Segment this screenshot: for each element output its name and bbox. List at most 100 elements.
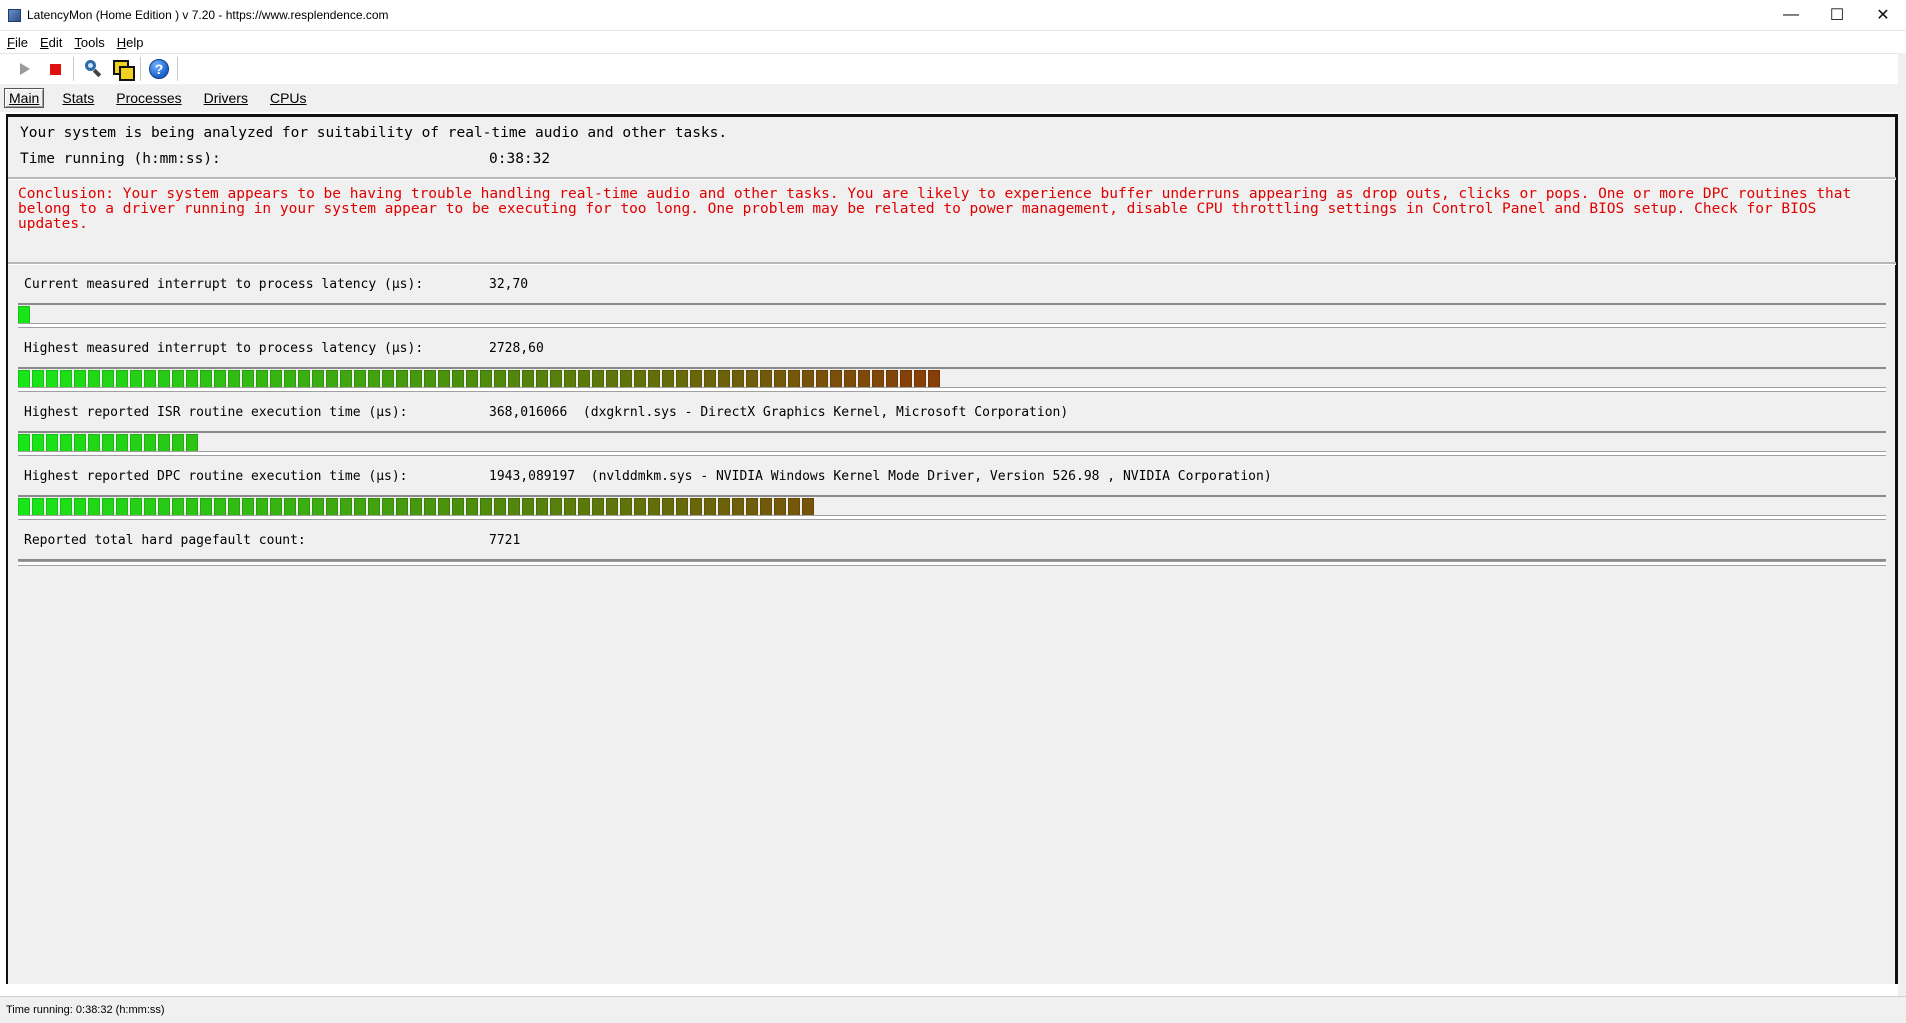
metric-value: 368,016066 (dxgkrnl.sys - DirectX Graphi… <box>489 405 1069 420</box>
bar-segment <box>74 434 86 452</box>
bar-segment <box>732 498 744 516</box>
latency-bar <box>18 306 32 324</box>
bar-segment <box>536 370 548 388</box>
bar-segment <box>648 498 660 516</box>
help-button[interactable]: ? <box>144 55 174 83</box>
bar-segment <box>312 498 324 516</box>
menu-help[interactable]: Help <box>112 35 149 50</box>
minimize-button[interactable]: — <box>1768 0 1814 30</box>
bar-segment <box>606 370 618 388</box>
bar-segment <box>368 498 380 516</box>
bar-segment <box>186 434 198 452</box>
toolbar-separator <box>177 57 178 81</box>
bar-segment <box>704 370 716 388</box>
metric-label: Reported total hard pagefault count: <box>24 533 306 548</box>
bar-segment <box>606 498 618 516</box>
menu-bar: File Edit Tools Help <box>0 30 1906 53</box>
menu-file[interactable]: File <box>2 35 33 50</box>
bar-segment <box>550 498 562 516</box>
search-button[interactable] <box>77 55 107 83</box>
tab-drivers[interactable]: Drivers <box>200 89 252 107</box>
bar-segment <box>172 370 184 388</box>
toolbar: ? <box>0 53 1906 84</box>
divider <box>8 177 1896 180</box>
bar-segment <box>690 498 702 516</box>
app-icon <box>8 8 21 22</box>
bar-segment <box>830 370 842 388</box>
bar-segment <box>256 370 268 388</box>
bar-segment <box>704 498 716 516</box>
tab-main[interactable]: Main <box>4 88 45 108</box>
stop-icon <box>49 63 61 75</box>
metric-value: 1943,089197 (nvlddmkm.sys - NVIDIA Windo… <box>489 469 1272 484</box>
bar-segment <box>816 370 828 388</box>
bar-segment <box>396 370 408 388</box>
bar-segment <box>228 498 240 516</box>
bar-segment <box>172 498 184 516</box>
bar-segment <box>760 370 772 388</box>
bar-segment <box>368 370 380 388</box>
bar-segment <box>186 370 198 388</box>
bar-segment <box>564 370 576 388</box>
bar-segment <box>354 498 366 516</box>
bar-segment <box>662 370 674 388</box>
bar-segment <box>102 434 114 452</box>
metric-value: 2728,60 <box>489 341 544 356</box>
divider <box>8 262 1896 265</box>
metric-label: Highest measured interrupt to process la… <box>24 341 424 356</box>
latency-bar-track <box>18 303 1886 328</box>
bar-segment <box>382 498 394 516</box>
bar-segment <box>592 498 604 516</box>
bar-segment <box>508 498 520 516</box>
bar-segment <box>18 434 30 452</box>
menu-tools[interactable]: Tools <box>69 35 109 50</box>
bar-segment <box>858 370 870 388</box>
bar-segment <box>144 370 156 388</box>
bar-segment <box>676 498 688 516</box>
bar-segment <box>620 370 632 388</box>
bar-segment <box>424 370 436 388</box>
bar-segment <box>620 498 632 516</box>
bar-segment <box>200 370 212 388</box>
metric-label: Current measured interrupt to process la… <box>24 277 424 292</box>
bar-segment <box>494 370 506 388</box>
bar-segment <box>550 370 562 388</box>
bar-segment <box>690 370 702 388</box>
bar-segment <box>46 434 58 452</box>
bar-segment <box>914 370 926 388</box>
bar-segment <box>718 498 730 516</box>
close-button[interactable]: ✕ <box>1860 0 1906 30</box>
bar-segment <box>46 370 58 388</box>
time-running-label: Time running (h:mm:ss): <box>20 151 221 167</box>
bar-segment <box>88 370 100 388</box>
bar-segment <box>298 498 310 516</box>
bar-segment <box>18 498 30 516</box>
bar-segment <box>340 370 352 388</box>
tab-bar: Main Stats Processes Drivers CPUs <box>0 84 1906 112</box>
bar-segment <box>18 306 30 324</box>
windows-button[interactable] <box>107 55 137 83</box>
bar-segment <box>578 498 590 516</box>
bar-segment <box>284 370 296 388</box>
tab-processes[interactable]: Processes <box>112 89 185 107</box>
bar-segment <box>186 498 198 516</box>
metric-value: 32,70 <box>489 277 529 292</box>
bar-segment <box>522 370 534 388</box>
conclusion-text: Conclusion: Your system appears to be ha… <box>18 186 1852 232</box>
bar-segment <box>746 498 758 516</box>
analysis-line: Your system is being analyzed for suitab… <box>20 125 728 141</box>
bar-segment <box>802 498 814 516</box>
tab-cpus[interactable]: CPUs <box>266 89 311 107</box>
bar-segment <box>410 370 422 388</box>
bar-segment <box>32 498 44 516</box>
bar-segment <box>88 434 100 452</box>
stop-button[interactable] <box>40 55 70 83</box>
bar-segment <box>284 498 296 516</box>
bar-segment <box>116 498 128 516</box>
start-button[interactable] <box>10 55 40 83</box>
maximize-button[interactable]: ☐ <box>1814 0 1860 30</box>
tab-stats[interactable]: Stats <box>58 89 98 107</box>
menu-edit[interactable]: Edit <box>35 35 67 50</box>
bar-segment <box>788 498 800 516</box>
bar-segment <box>564 498 576 516</box>
